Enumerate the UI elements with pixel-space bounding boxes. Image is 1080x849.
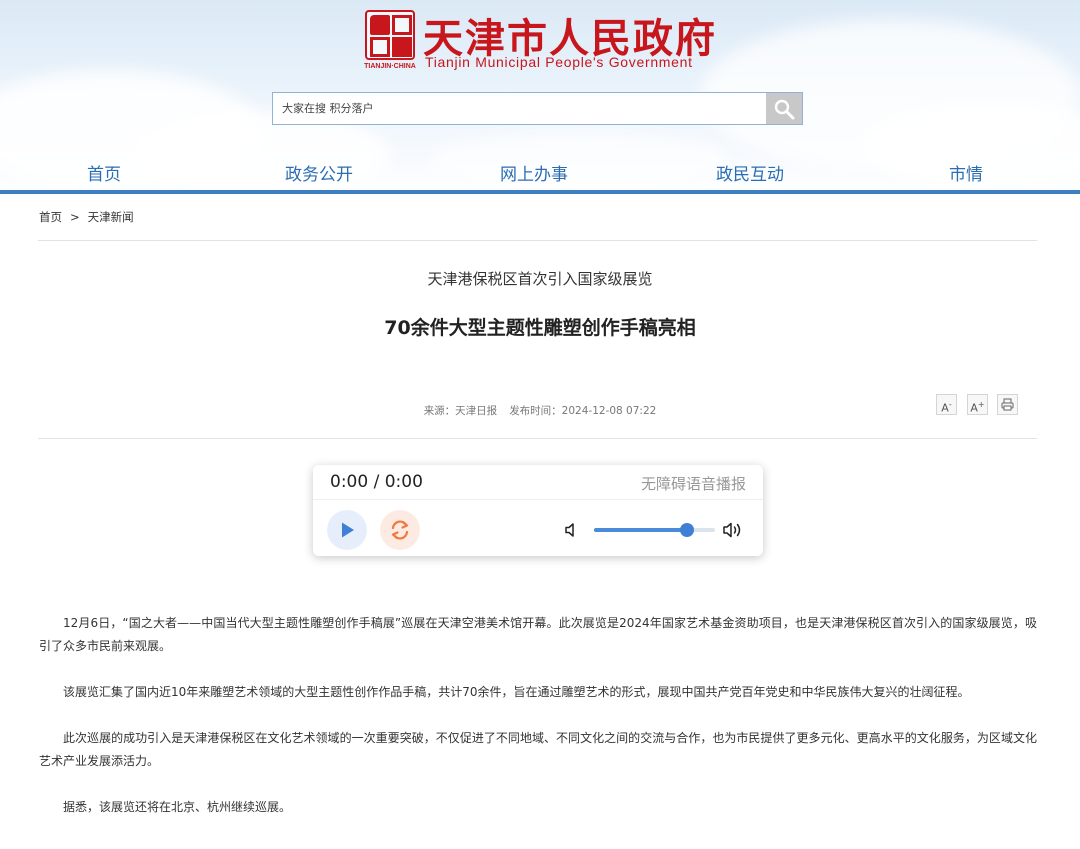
nav-item-home[interactable]: 首页: [87, 160, 121, 185]
divider: [38, 438, 1037, 439]
font-larger-button[interactable]: A+: [967, 394, 988, 415]
search-icon: [774, 99, 795, 119]
audio-player: 0:00 / 0:00 无障碍语音播报: [313, 465, 763, 556]
volume-slider-knob[interactable]: [680, 523, 695, 537]
player-divider: [313, 499, 763, 500]
nav-item-interaction[interactable]: 政民互动: [716, 160, 784, 185]
nav-item-city-info[interactable]: 市情: [949, 160, 983, 185]
nav-item-government-affairs[interactable]: 政务公开: [285, 160, 353, 185]
article-paragraph: 此次巡展的成功引入是天津港保税区在文化艺术领域的一次重要突破，不仅促进了不同地域…: [39, 731, 1037, 768]
article-paragraph: 该展览汇集了国内近10年来雕塑艺术领域的大型主题性创作作品手稿，共计70余件，旨…: [63, 685, 970, 699]
logo-mark-label: TIANJIN·CHINA: [364, 63, 416, 70]
font-smaller-sup: -: [948, 400, 952, 409]
breadcrumb: 首页 > 天津新闻: [39, 209, 134, 225]
logo-emblem-icon: [365, 10, 415, 60]
player-time: 0:00 / 0:00: [330, 472, 423, 492]
article-body: 12月6日，“国之大者——中国当代大型主题性雕塑创作手稿展”巡展在天津空港美术馆…: [39, 612, 1037, 842]
volume-slider[interactable]: [594, 523, 715, 537]
play-icon: [342, 522, 354, 538]
article-meta: 来源：天津日报 发布时间：2024-12-08 07:22: [0, 403, 1080, 418]
volume-mute-button[interactable]: [563, 521, 581, 543]
font-larger-sup: +: [977, 400, 985, 409]
loop-button[interactable]: [380, 510, 420, 550]
search-input[interactable]: [273, 93, 767, 124]
volume-slider-fill: [594, 528, 688, 532]
nav-underline: [0, 190, 1080, 194]
play-button[interactable]: [327, 510, 367, 550]
player-label: 无障碍语音播报: [640, 475, 746, 493]
font-larger-label: A: [970, 401, 978, 415]
divider: [38, 240, 1037, 241]
search-button[interactable]: [766, 93, 802, 124]
font-smaller-label: A: [941, 401, 949, 415]
article-publish-time: 发布时间：2024-12-08 07:22: [509, 405, 657, 417]
font-smaller-button[interactable]: A-: [936, 394, 957, 415]
loop-icon: [391, 520, 409, 540]
article-subtitle: 天津港保税区首次引入国家级展览: [427, 270, 653, 288]
site-header: TIANJIN·CHINA 天津市人民政府 Tianjin Municipal …: [0, 0, 1080, 194]
breadcrumb-home-link[interactable]: 首页: [39, 210, 62, 224]
print-button[interactable]: [997, 394, 1018, 415]
breadcrumb-separator: >: [70, 210, 80, 224]
volume-max-button[interactable]: [722, 520, 744, 544]
site-logo[interactable]: TIANJIN·CHINA 天津市人民政府 Tianjin Municipal …: [364, 10, 715, 72]
nav-item-online-services[interactable]: 网上办事: [500, 160, 568, 185]
volume-low-icon: [565, 523, 574, 537]
main-nav: 首页 政务公开 网上办事 政民互动 市情: [0, 160, 1080, 188]
print-icon: [1001, 398, 1014, 411]
article-title: 70余件大型主题性雕塑创作手稿亮相: [384, 317, 696, 339]
article-paragraph: 据悉，该展览还将在北京、杭州继续巡展。: [63, 800, 292, 814]
volume-high-icon: [723, 522, 741, 538]
article-source: 来源：天津日报: [423, 405, 498, 417]
logo-title-en: Tianjin Municipal People's Government: [425, 54, 693, 70]
breadcrumb-current-link[interactable]: 天津新闻: [88, 210, 134, 224]
article-paragraph: 12月6日，“国之大者——中国当代大型主题性雕塑创作手稿展”巡展在天津空港美术馆…: [39, 616, 1037, 653]
search-bar: [272, 92, 803, 125]
